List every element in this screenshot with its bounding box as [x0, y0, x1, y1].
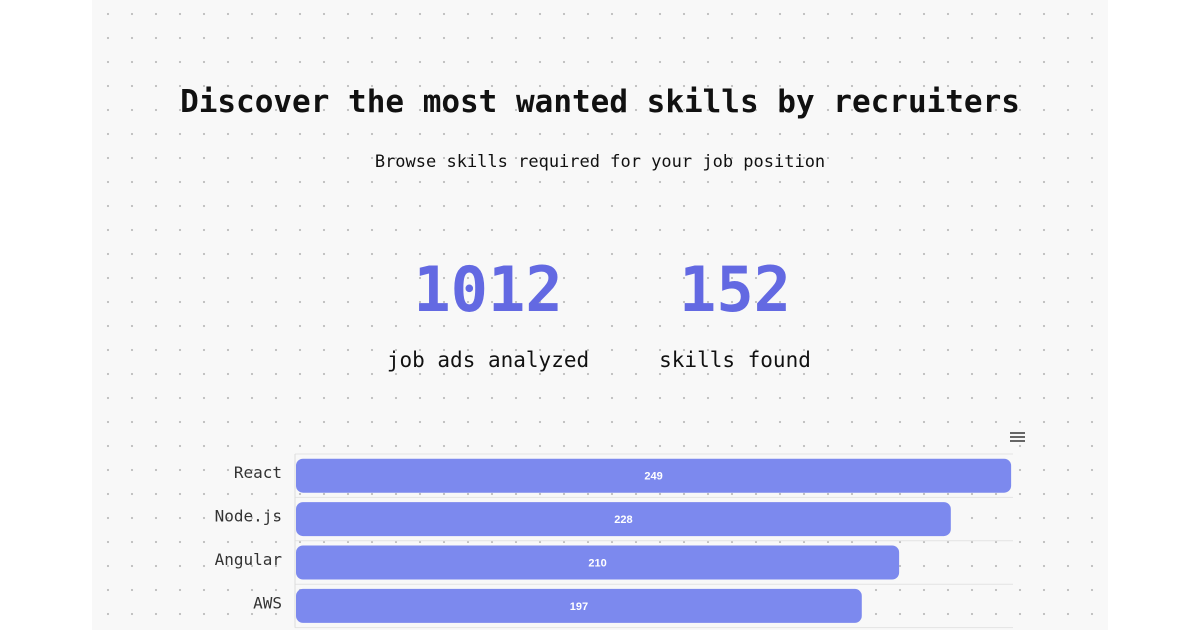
skills-count: 152: [679, 253, 791, 326]
data-label: 210: [588, 557, 606, 569]
category-label: Node.js: [215, 507, 282, 526]
job-ads-count: 1012: [413, 253, 563, 326]
page-subtitle: Browse skills required for your job posi…: [374, 152, 826, 172]
stat-skills: 152 skills found: [615, 252, 855, 372]
stat-job-ads: 1012 job ads analyzed: [368, 252, 608, 372]
data-label: 197: [570, 601, 588, 613]
data-label: 228: [614, 514, 632, 526]
skills-label: skills found: [659, 348, 811, 372]
job-ads-label: job ads analyzed: [386, 348, 590, 372]
category-label: React: [234, 463, 282, 482]
menu-icon[interactable]: [1010, 432, 1025, 444]
page-panel: Discover the most wanted skills by recru…: [92, 0, 1108, 630]
category-label: Angular: [215, 550, 283, 569]
skills-bar-chart: React 249 Node.js 228 Angular 210 AWS 197: [215, 453, 1013, 629]
page-title: Discover the most wanted skills by recru…: [180, 84, 1020, 120]
category-label: AWS: [253, 593, 282, 612]
data-label: 249: [644, 471, 662, 483]
